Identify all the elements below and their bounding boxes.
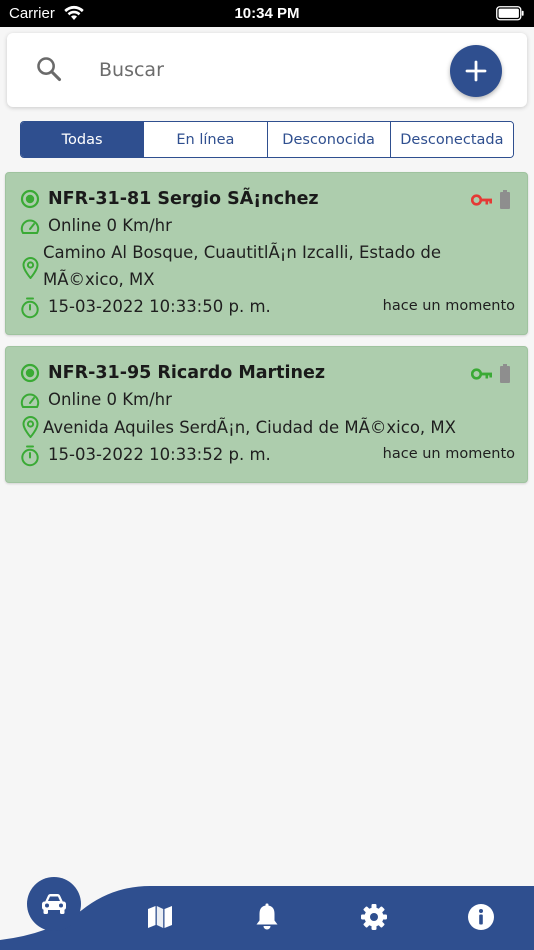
info-icon <box>468 904 494 930</box>
vehicle-time-row: 15-03-2022 10:33:50 p. m. <box>20 294 271 320</box>
vehicle-status: Online 0 Km/hr <box>48 390 172 409</box>
search-icon <box>37 57 62 82</box>
bell-icon <box>256 903 278 930</box>
map-icon <box>148 906 172 928</box>
vehicle-last-update: hace un momento <box>382 446 515 462</box>
vehicle-card[interactable]: NFR-31-95 Ricardo Martinez Online 0 Km/h… <box>5 346 528 483</box>
battery-status-icon <box>496 6 524 21</box>
search-bar <box>7 33 527 107</box>
timer-icon <box>21 297 39 319</box>
vehicle-status: Online 0 Km/hr <box>48 216 172 235</box>
tab-desconectada[interactable]: Desconectada <box>389 122 513 157</box>
nav-notifications-button[interactable] <box>252 902 282 932</box>
vehicle-datetime: 15-03-2022 10:33:52 p. m. <box>48 445 271 464</box>
vehicle-title-row: NFR-31-95 Ricardo Martinez <box>20 362 325 384</box>
tab-desconocida[interactable]: Desconocida <box>266 122 390 157</box>
online-status-icon <box>20 363 40 383</box>
nav-map-button[interactable] <box>145 902 175 932</box>
battery-icon <box>500 190 510 209</box>
location-pin-icon <box>22 416 39 438</box>
tab-en-linea[interactable]: En línea <box>143 122 267 157</box>
nav-vehicles-button[interactable] <box>27 877 81 931</box>
vehicle-address: Camino Al Bosque, CuautitlÃ¡n Izcalli, E… <box>43 243 442 289</box>
vehicle-name: NFR-31-81 Sergio SÃ¡nchez <box>48 189 319 209</box>
ignition-key-icon <box>471 368 492 380</box>
status-bar: Carrier 10:34 PM <box>0 0 534 27</box>
vehicle-datetime: 15-03-2022 10:33:50 p. m. <box>48 297 271 316</box>
timer-icon <box>21 445 39 467</box>
bottom-navigation <box>0 877 534 950</box>
tab-todas[interactable]: Todas <box>21 122 144 157</box>
vehicle-name: NFR-31-95 Ricardo Martinez <box>48 363 326 383</box>
search-input[interactable] <box>99 53 419 87</box>
vehicle-address-row: Avenida Aquiles SerdÃ¡n, Ciudad de MÃ©xi… <box>22 414 483 441</box>
vehicle-title-row: NFR-31-81 Sergio SÃ¡nchez <box>20 188 319 210</box>
vehicle-address-row: Camino Al Bosque, CuautitlÃ¡n Izcalli, E… <box>22 239 483 293</box>
vehicle-last-update: hace un momento <box>382 298 515 314</box>
speedometer-icon <box>20 219 40 234</box>
speedometer-icon <box>20 393 40 408</box>
plus-icon <box>465 60 487 82</box>
online-status-icon <box>20 189 40 209</box>
vehicle-card[interactable]: NFR-31-81 Sergio SÃ¡nchez Online 0 Km/hr… <box>5 172 528 335</box>
clock: 10:34 PM <box>234 5 300 22</box>
vehicle-speed-row: Online 0 Km/hr <box>20 213 172 239</box>
add-vehicle-button[interactable] <box>450 45 502 97</box>
nav-info-button[interactable] <box>466 902 496 932</box>
filter-tabs: Todas En línea Desconocida Desconectada <box>20 121 514 158</box>
nav-settings-button[interactable] <box>359 902 389 932</box>
vehicle-address: Avenida Aquiles SerdÃ¡n, Ciudad de MÃ©xi… <box>43 418 456 437</box>
battery-icon <box>500 364 510 383</box>
location-pin-icon <box>22 257 39 279</box>
ignition-key-icon <box>471 194 492 206</box>
vehicle-speed-row: Online 0 Km/hr <box>20 387 172 413</box>
vehicle-time-row: 15-03-2022 10:33:52 p. m. <box>20 442 271 468</box>
gear-icon <box>361 904 387 930</box>
car-icon <box>42 894 66 914</box>
